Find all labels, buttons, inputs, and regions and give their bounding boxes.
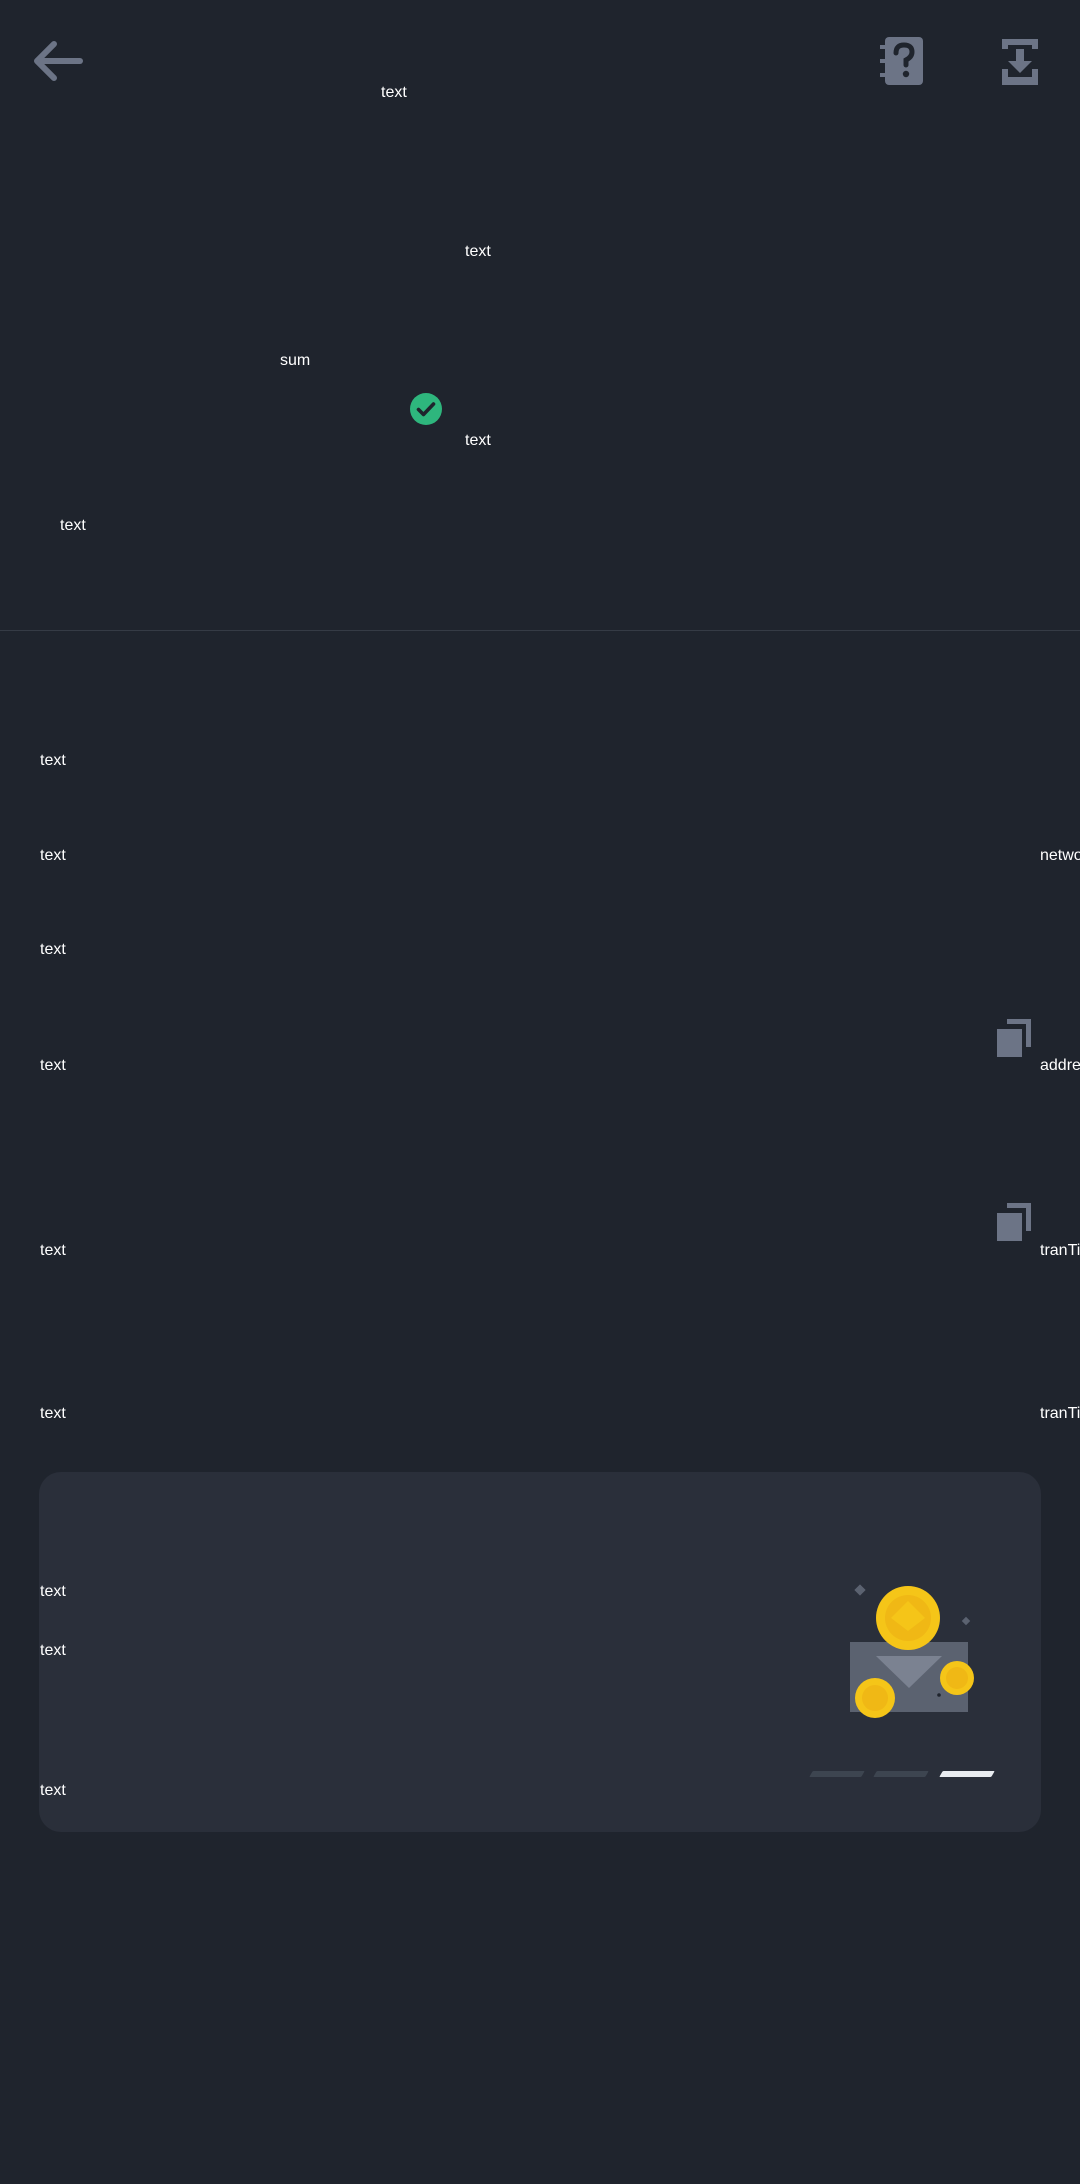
detail-label-5: text xyxy=(40,1242,66,1259)
status-check xyxy=(410,393,442,425)
detail-value-address[interactable]: addre xyxy=(1040,1056,1080,1076)
pager-dot-2[interactable] xyxy=(873,1771,929,1777)
summary-text: text xyxy=(465,243,491,260)
promo-line-1: text xyxy=(40,1583,66,1600)
promo-line-3: text xyxy=(40,1782,66,1799)
copy-hash-button[interactable] xyxy=(994,1200,1034,1244)
detail-value-tran-1[interactable]: tranTi xyxy=(1040,1241,1080,1261)
arrow-left-icon xyxy=(34,41,83,81)
help-button[interactable] xyxy=(876,34,928,88)
download-tray-icon xyxy=(1002,39,1038,85)
divider xyxy=(0,630,1080,631)
check-circle-icon xyxy=(410,393,442,425)
coins-envelope-illustration xyxy=(850,1582,980,1722)
sum-label: sum xyxy=(280,352,311,369)
detail-label-6: text xyxy=(40,1405,66,1422)
promo-line-2: text xyxy=(40,1642,66,1659)
detail-label-3: text xyxy=(40,941,66,958)
help-notebook-icon xyxy=(880,37,923,85)
status-text: text xyxy=(465,432,491,449)
copy-address-button[interactable] xyxy=(994,1016,1034,1060)
detail-label-1: text xyxy=(40,752,66,769)
back-button[interactable] xyxy=(28,36,88,86)
detail-label-4: text xyxy=(40,1057,66,1074)
pager-dot-3[interactable] xyxy=(939,1771,995,1777)
detail-label-2: text xyxy=(40,847,66,864)
pager-dot-1[interactable] xyxy=(809,1771,865,1777)
detail-value-tran-2: tranTi xyxy=(1040,1405,1080,1422)
copy-icon xyxy=(997,1203,1031,1241)
copy-icon xyxy=(997,1019,1031,1057)
summary-note: text xyxy=(60,517,86,534)
detail-value-network: netwo xyxy=(1040,847,1080,864)
download-button[interactable] xyxy=(996,34,1044,88)
header-text: text xyxy=(381,84,407,101)
